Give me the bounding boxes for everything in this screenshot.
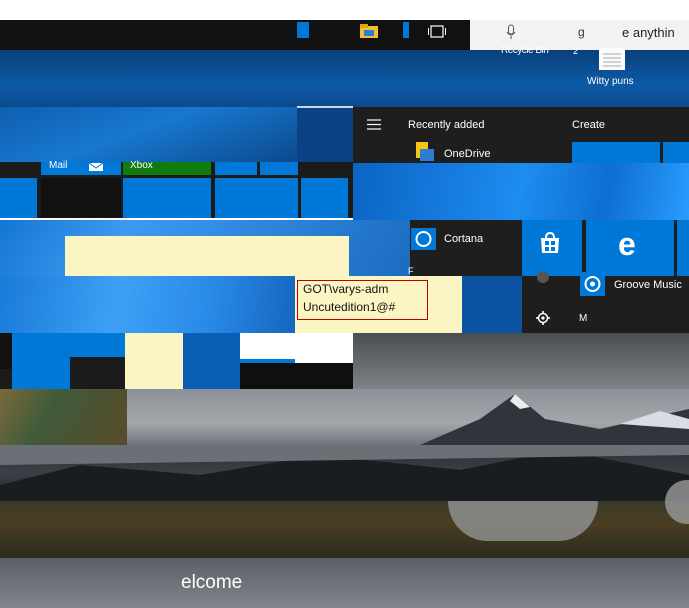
tile-blue-1[interactable] — [123, 178, 211, 218]
app-item-onedrive[interactable]: OneDrive — [444, 148, 490, 160]
app-item-cortana[interactable]: Cortana — [444, 233, 483, 245]
blue-app-icon[interactable] — [297, 22, 309, 38]
mail-icon — [89, 163, 103, 171]
tile-dark-3[interactable] — [70, 357, 125, 389]
tile-left-edge[interactable] — [0, 178, 37, 218]
tile-small-1[interactable] — [215, 162, 257, 175]
sticky-note-fragment — [125, 333, 183, 389]
desktop-wallpaper-bright — [353, 163, 689, 220]
lockscreen-circle-fragment — [448, 501, 598, 541]
wallpaper-mid-3 — [462, 276, 522, 333]
tile-xbox-label: Xbox — [130, 160, 153, 171]
recently-added-heading: Recently added — [408, 119, 485, 131]
edge-icon: e — [618, 226, 636, 262]
desktop-wallpaper-band — [0, 50, 689, 107]
tile-blue-3[interactable] — [301, 178, 348, 218]
search-box-text[interactable]: e anythin — [622, 25, 675, 40]
recycle-bin-count: 2 — [573, 46, 579, 56]
lockscreen-band-1 — [0, 389, 127, 445]
store-icon — [538, 231, 562, 255]
document-icon[interactable] — [599, 48, 625, 70]
file-explorer-icon[interactable] — [360, 24, 378, 38]
tile-dark-1[interactable] — [41, 178, 121, 218]
task-view-icon[interactable] — [428, 25, 446, 39]
tile-dark-2[interactable] — [0, 333, 12, 369]
app-item-groove-music[interactable]: Groove Music — [614, 279, 682, 291]
dark-bar-fragment — [240, 363, 353, 389]
groove-music-icon[interactable] — [580, 272, 605, 296]
tile-blue-5[interactable] — [183, 333, 240, 389]
create-tile-1[interactable] — [572, 142, 660, 163]
witty-puns-label[interactable]: Witty puns — [587, 76, 634, 87]
store-taskbar-icon[interactable] — [403, 22, 409, 38]
lockscreen-sky — [353, 333, 689, 389]
tile-right-edge[interactable] — [677, 220, 689, 276]
lockscreen-band-5 — [0, 558, 689, 608]
wallpaper-left-3 — [0, 276, 295, 333]
sticky-note-password: Uncutedition1@# — [303, 300, 396, 314]
sticky-note-back — [65, 236, 349, 276]
create-tile-2[interactable] — [663, 142, 689, 163]
microphone-icon[interactable] — [506, 24, 516, 40]
tile-mail-label: Mail — [49, 160, 68, 171]
section-m-header: M — [579, 313, 588, 324]
settings-gear-icon[interactable] — [536, 311, 550, 325]
blue-strip-fragment — [240, 359, 295, 363]
search-stray-char: g — [578, 25, 585, 39]
tile-small-2[interactable] — [260, 162, 298, 175]
cortana-icon[interactable] — [411, 228, 436, 250]
desktop-wallpaper-left — [0, 107, 297, 162]
desktop-wallpaper-mid — [297, 107, 353, 162]
power-icon[interactable] — [537, 271, 549, 283]
create-heading: Create — [572, 119, 606, 131]
mountain-peak — [420, 389, 689, 445]
hamburger-menu-icon[interactable] — [367, 119, 381, 130]
onedrive-icon[interactable] — [410, 140, 436, 162]
start-menu-divider — [297, 106, 353, 108]
recycle-bin-label[interactable]: Recycle Bin — [501, 45, 549, 56]
sticky-note-username: GOT\varys-adm — [303, 282, 389, 296]
welcome-message: elcome — [181, 572, 243, 593]
section-f-header: F — [408, 266, 414, 276]
mountain-ridge — [0, 445, 689, 501]
tile-blue-2[interactable] — [215, 178, 298, 218]
